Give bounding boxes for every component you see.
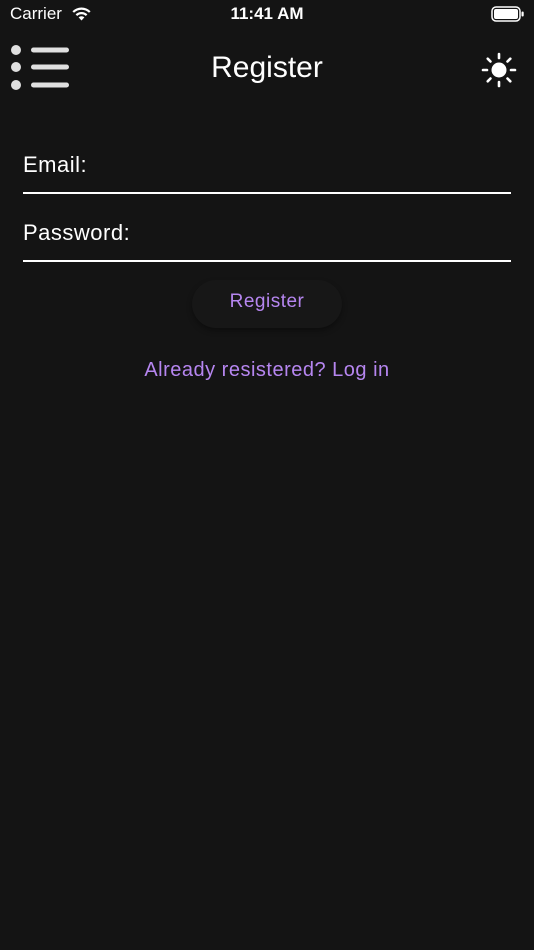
app-header: Register (0, 36, 534, 102)
sun-icon (481, 52, 517, 88)
status-bar: Carrier 11:41 AM (0, 0, 534, 30)
email-label: Email: (23, 152, 88, 177)
register-screen: Carrier 11:41 AM Register Email: Passwor… (0, 0, 534, 950)
theme-toggle-button[interactable] (480, 51, 518, 89)
login-link[interactable]: Already resistered? Log in (0, 359, 534, 382)
email-input[interactable] (103, 152, 511, 188)
status-time: 11:41 AM (230, 4, 304, 23)
password-label: Password: (23, 220, 131, 245)
register-button[interactable]: Register (192, 280, 342, 328)
battery-icon (491, 6, 524, 22)
email-field[interactable]: Email: (23, 152, 511, 194)
password-input[interactable] (148, 220, 511, 256)
password-field[interactable]: Password: (23, 220, 511, 262)
page-title: Register (211, 51, 323, 84)
